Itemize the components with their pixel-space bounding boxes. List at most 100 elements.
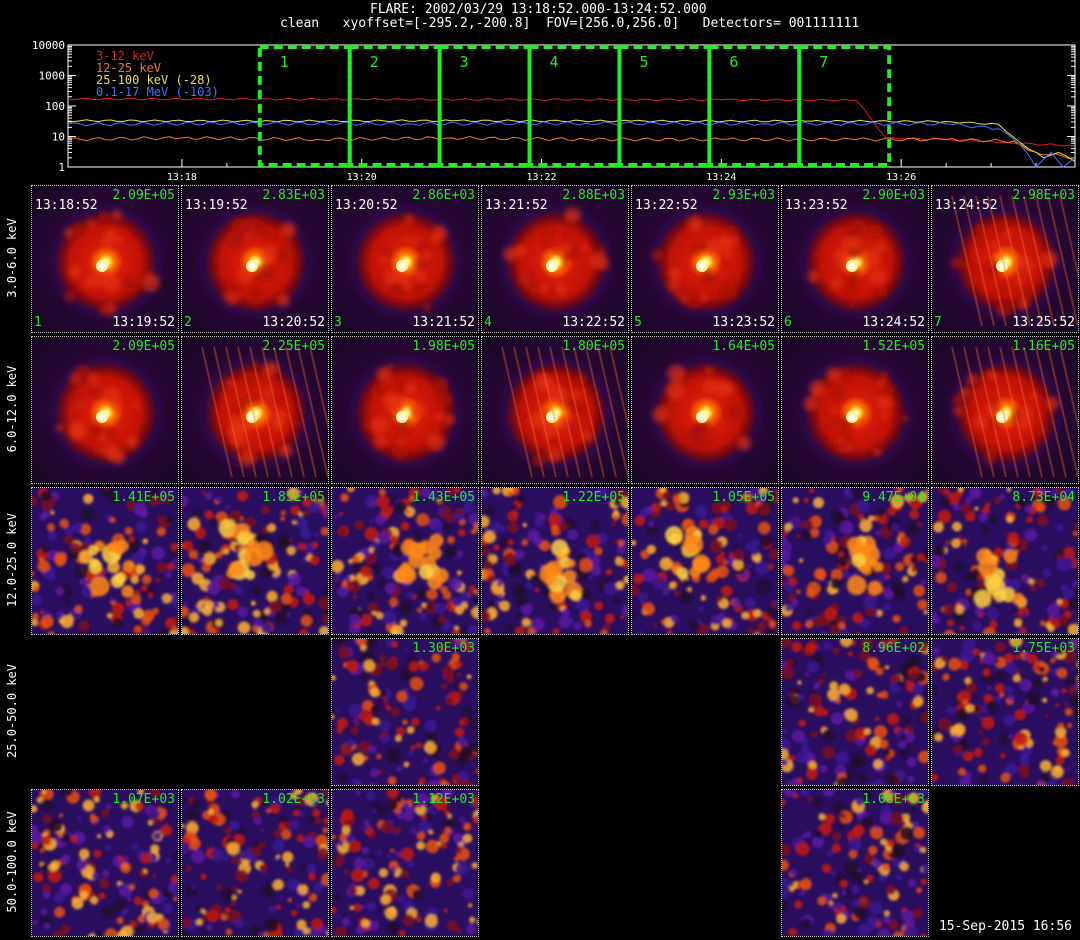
noise-blob (594, 601, 604, 611)
noise-blob (995, 641, 1006, 653)
texture-blob (734, 382, 741, 390)
noise-blob (988, 515, 997, 524)
noise-blob (250, 600, 256, 606)
noise-blob (841, 890, 847, 896)
flare-core-peak (399, 414, 405, 420)
noise-blob (831, 831, 842, 842)
texture-blob (400, 274, 408, 282)
texture-blob (251, 285, 259, 293)
noise-blob (644, 506, 653, 515)
noise-blob (98, 892, 106, 900)
noise-blob (647, 520, 655, 527)
source-blob (867, 580, 883, 596)
noise-blob (454, 846, 462, 854)
noise-blob (297, 884, 309, 895)
noise-blob (733, 549, 745, 562)
noise-blob (130, 593, 142, 605)
noise-blob (63, 534, 74, 545)
noise-blob (603, 581, 618, 596)
series-line-4 (67, 121, 1076, 168)
texture-blob (823, 424, 830, 431)
source-blob (846, 575, 867, 596)
legend-entry: 0.1-17 MeV (-103) (96, 85, 219, 99)
texture-blob (581, 243, 590, 251)
noise-blob (818, 813, 826, 821)
noise-blob (796, 589, 801, 594)
texture-blob (564, 207, 581, 224)
noise-blob (146, 911, 159, 924)
noise-blob (164, 571, 172, 579)
noise-blob (1024, 528, 1037, 542)
noise-blob (272, 879, 284, 891)
noise-blob (210, 848, 225, 862)
noise-blob (156, 561, 168, 573)
interval-box (437, 45, 532, 167)
noise-blob (637, 592, 649, 604)
noise-blob (798, 719, 806, 727)
noise-blob (1061, 748, 1070, 758)
noise-blob (499, 600, 511, 612)
noise-blob (193, 508, 202, 518)
source-blob (88, 545, 99, 556)
noise-blob (194, 527, 206, 539)
noise-blob (469, 722, 476, 729)
imaging-parameters: clean xyoffset=[-295.2,-200.8] FOV=[256.… (280, 16, 860, 31)
noise-blob (567, 529, 579, 540)
noise-blob (813, 682, 821, 690)
noise-blob (237, 490, 249, 502)
noise-blob (316, 847, 328, 860)
noise-blob (204, 596, 209, 602)
image-panel (481, 638, 629, 786)
noise-blob (913, 845, 921, 853)
noise-blob (1005, 685, 1014, 694)
noise-blob (455, 606, 464, 615)
noise-blob (899, 861, 909, 872)
noise-blob (251, 810, 260, 820)
image-panel: 1.98E+05 (331, 336, 479, 484)
noise-blob (753, 608, 762, 618)
noise-blob (534, 587, 540, 593)
noise-blob (531, 617, 545, 632)
noise-blob (766, 562, 774, 570)
noise-blob (376, 753, 382, 760)
flare-core-peak (399, 263, 405, 269)
noise-blob (1073, 531, 1078, 536)
interval-label: 1 (280, 53, 289, 71)
noise-blob (906, 654, 921, 669)
noise-blob (913, 584, 926, 597)
interval-start-time: 13:22:52 (635, 198, 698, 213)
noise-blob (238, 828, 246, 836)
noise-blob (913, 826, 926, 839)
noise-blob (382, 610, 397, 625)
noise-blob (397, 895, 406, 903)
peak-value: 2.90E+03 (862, 188, 925, 203)
texture-blob (826, 367, 841, 382)
interval-start-time: 13:23:52 (785, 198, 848, 213)
noise-blob (83, 537, 92, 545)
noise-blob (416, 831, 426, 841)
noise-blob (750, 547, 759, 556)
noise-blob (173, 896, 178, 902)
noise-blob (804, 831, 812, 838)
texture-blob (706, 291, 713, 299)
texture-blob (837, 437, 845, 445)
noise-blob (962, 699, 969, 705)
noise-blob (389, 925, 400, 935)
noise-blob (953, 503, 961, 512)
noise-blob (394, 851, 400, 857)
noise-blob (361, 918, 370, 928)
noise-blob (206, 581, 221, 596)
noise-blob (1026, 516, 1033, 523)
texture-blob (398, 439, 406, 447)
noise-blob (965, 682, 978, 694)
noise-blob (923, 610, 928, 615)
noise-blob (896, 701, 903, 708)
noise-blob (322, 514, 328, 520)
noise-blob (308, 872, 316, 881)
source-blob (106, 542, 116, 552)
texture-blob (225, 280, 241, 296)
noise-blob (128, 535, 135, 543)
texture-blob (552, 245, 560, 254)
noise-blob (298, 511, 304, 517)
noise-blob (917, 599, 928, 610)
